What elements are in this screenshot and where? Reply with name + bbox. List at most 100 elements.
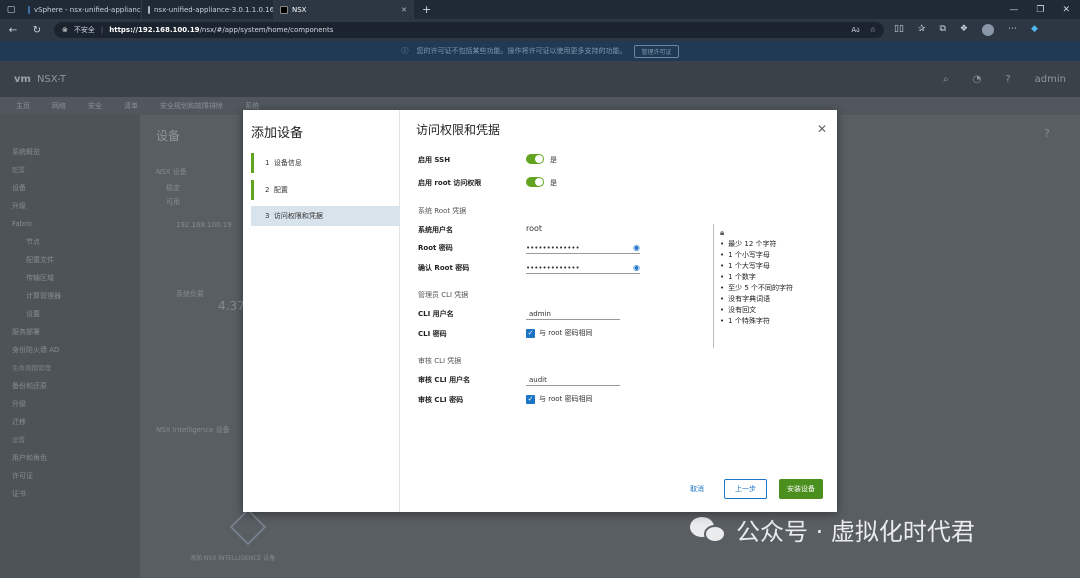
search-icon[interactable]: ⌕: [943, 74, 949, 85]
rule-item: 1 个大写字母: [720, 261, 823, 272]
split-screen-icon[interactable]: ▯▯: [894, 24, 904, 36]
help-icon[interactable]: ?: [1005, 74, 1010, 85]
sidebar-item[interactable]: 配置文件: [0, 251, 140, 269]
sidebar-item[interactable]: 设置: [0, 305, 140, 323]
enable-ssh-toggle[interactable]: [526, 154, 544, 164]
checkmark-icon: ✓: [526, 394, 535, 404]
sidebar-item[interactable]: 许可证: [0, 467, 140, 485]
add-intelligence-link[interactable]: 添加 NSX INTELLIGENCE 设备: [190, 553, 275, 562]
banner-text: 您的许可证不包括某些功能。操作将许可证以使用更多支持的功能。: [416, 47, 627, 55]
eye-icon[interactable]: ◉: [633, 263, 640, 272]
status-text: 稳定: [166, 184, 180, 192]
section-nsx: NSX 设备: [156, 168, 187, 176]
watermark: 公众号 · 虚拟化时代君: [690, 512, 975, 547]
vsphere-icon: [28, 5, 30, 14]
metric-value: 4.37: [218, 299, 245, 313]
step-configuration[interactable]: 2 配置: [251, 180, 400, 200]
rule-item: 1 个小写字母: [720, 250, 823, 261]
cli-password-same-checkbox[interactable]: ✓ 与 root 密码相同: [526, 328, 592, 338]
step-appliance-info[interactable]: 1 设备信息: [251, 153, 400, 173]
back-icon[interactable]: ←: [6, 25, 20, 36]
sidebar-item[interactable]: 计算管理器: [0, 287, 140, 305]
close-window-icon[interactable]: ✕: [1062, 5, 1070, 15]
rule-item: 1 个特殊字符: [720, 316, 823, 327]
back-button[interactable]: 上一步: [724, 479, 767, 499]
sidebar-item[interactable]: 传输区域: [0, 269, 140, 287]
confirm-root-password-input[interactable]: ••••••••••••• ◉: [526, 262, 640, 274]
install-appliance-button[interactable]: 安装设备: [779, 479, 823, 499]
audit-username-label: 审核 CLI 用户名: [418, 376, 471, 384]
wizard-steps: 添加设备 1 设备信息 2 配置 3 访问权限和凭据: [243, 110, 400, 512]
read-aloud-icon[interactable]: Aა: [851, 26, 859, 34]
nav-inventory[interactable]: 清单: [124, 101, 138, 111]
window-menu-icon[interactable]: ▢: [0, 5, 22, 15]
sidebar-item-appliances[interactable]: 设备: [0, 179, 140, 197]
sidebar-item[interactable]: 升级: [0, 395, 140, 413]
favorites-icon[interactable]: ✰: [918, 24, 926, 36]
tab-label: nsx-unified-appliance-3.0.1.1.0.16: [154, 5, 274, 14]
nav-security[interactable]: 安全: [88, 101, 102, 111]
manage-license-button[interactable]: 管理许可证: [634, 44, 679, 58]
enable-ssh-value: 是: [550, 156, 557, 164]
help-circle-icon[interactable]: ?: [1044, 127, 1050, 140]
bell-icon[interactable]: ◔: [973, 74, 982, 85]
url-input[interactable]: ⊗ 不安全 | https://192.168.100.19/nsx/#/app…: [54, 22, 884, 38]
browser-tab-doc[interactable]: nsx-unified-appliance-3.0.1.1.0.16 ✕: [142, 0, 274, 19]
enable-root-value: 是: [550, 179, 557, 187]
close-icon[interactable]: ✕: [401, 6, 407, 14]
step-credentials[interactable]: 3 访问权限和凭据: [251, 206, 400, 226]
section-title: 访问权限和凭据: [416, 123, 501, 137]
credentials-form: 访问权限和凭据 ✕ 启用 SSH 是 启用 root 访问权限 是 系统 Roo…: [401, 110, 837, 512]
nav-network[interactable]: 网络: [52, 101, 66, 111]
copilot-icon[interactable]: ◆: [1031, 24, 1038, 36]
audit-password-label: 审核 CLI 密码: [418, 396, 464, 404]
metric-label: 系统负载: [176, 290, 204, 298]
sidebar-item[interactable]: 证书: [0, 485, 140, 503]
vmware-logo: vm: [14, 73, 31, 85]
collections-icon[interactable]: ⧉: [939, 24, 945, 36]
cancel-button[interactable]: 取消: [682, 484, 712, 494]
profile-avatar[interactable]: [981, 24, 994, 36]
sidebar-item[interactable]: 身份防火墙 AD: [0, 341, 140, 359]
dialog-footer: 取消 上一步 安装设备: [682, 479, 823, 499]
audit-password-same-checkbox[interactable]: ✓ 与 root 密码相同: [526, 394, 592, 404]
root-password-input[interactable]: ••••••••••••• ◉: [526, 242, 640, 254]
sidebar-item-fabric[interactable]: Fabric: [0, 215, 140, 233]
restore-icon[interactable]: ❐: [1036, 5, 1044, 15]
audit-username-input[interactable]: audit: [526, 374, 620, 386]
tab-label: NSX: [292, 5, 307, 14]
extensions-icon[interactable]: ❖: [960, 24, 968, 36]
sidebar-item[interactable]: 服务部署: [0, 323, 140, 341]
sidebar-item[interactable]: 系统概览: [0, 143, 140, 161]
cube-icon: [229, 508, 267, 546]
nav-planning[interactable]: 安全规划和故障排除: [160, 101, 223, 111]
browser-tab-vsphere[interactable]: vSphere - nsx-unified-appliance-3 ✕: [22, 0, 142, 19]
sidebar-section: 生命周期管理: [12, 364, 51, 372]
sidebar: 系统概览 配置 设备 升级 Fabric 节点 配置文件 传输区域 计算管理器 …: [0, 115, 140, 578]
rule-item: 没有回文: [720, 305, 823, 316]
user-menu[interactable]: admin: [1035, 74, 1066, 85]
lock-icon: 🔒︎: [720, 228, 725, 237]
favorite-star-icon[interactable]: ☆: [870, 26, 876, 34]
sidebar-item[interactable]: 迁移: [0, 413, 140, 431]
more-icon[interactable]: ⋯: [1008, 24, 1017, 36]
enable-root-toggle[interactable]: [526, 177, 544, 187]
rule-item: 至少 5 个不同的字符: [720, 283, 823, 294]
node-ip: 192.168.100.19: [176, 221, 232, 229]
checkmark-icon: ✓: [526, 328, 535, 338]
browser-tab-nsx[interactable]: NSX ✕: [274, 0, 414, 19]
minimize-icon[interactable]: —: [1009, 5, 1018, 15]
cli-username-input[interactable]: admin: [526, 308, 620, 320]
rule-item: 没有字典词语: [720, 294, 823, 305]
close-icon[interactable]: ✕: [817, 122, 827, 136]
sidebar-item[interactable]: 节点: [0, 233, 140, 251]
sidebar-item[interactable]: 用户和角色: [0, 449, 140, 467]
sidebar-item[interactable]: 备份和还原: [0, 377, 140, 395]
new-tab-icon[interactable]: +: [414, 3, 439, 16]
audit-cli-section: 审核 CLI 凭据: [418, 357, 462, 365]
refresh-icon[interactable]: ↻: [30, 25, 44, 36]
sidebar-item[interactable]: 升级: [0, 197, 140, 215]
document-icon: [148, 5, 150, 14]
eye-icon[interactable]: ◉: [633, 243, 640, 252]
nav-home[interactable]: 主页: [16, 101, 30, 111]
